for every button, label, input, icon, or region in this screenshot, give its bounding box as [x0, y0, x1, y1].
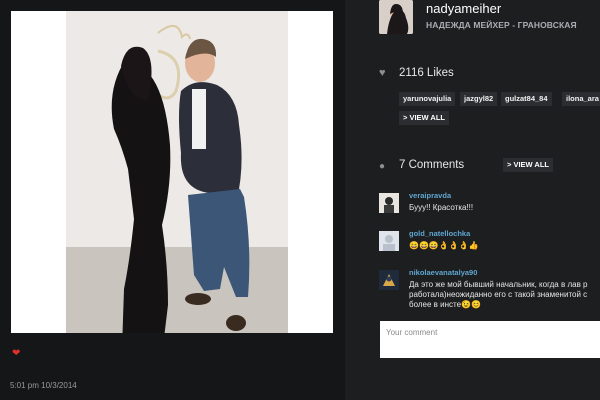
comment-text-line: работала)неожиданно его с такой знаменит… — [409, 290, 588, 299]
username[interactable]: nadyameiher — [426, 1, 501, 16]
commenter-avatar[interactable] — [379, 193, 399, 213]
commenter-avatar[interactable] — [379, 231, 399, 251]
view-all-comments-button[interactable]: > VIEW ALL — [503, 158, 554, 172]
commenter-username[interactable]: veraipravda — [409, 191, 451, 200]
likes-count: 2116 Likes — [399, 67, 454, 79]
like-tag[interactable]: yarunovajulia — [399, 92, 456, 106]
like-tag[interactable]: jazgyl82 — [460, 92, 498, 106]
photo-panel: ❤ 5:01 pm 10/3/2014 — [0, 0, 345, 400]
comments-header: ● 7 Comments > VIEW ALL — [379, 158, 599, 176]
heart-outline-icon: ♥ — [379, 67, 386, 79]
like-tag[interactable]: ilona_ara — [562, 92, 600, 106]
comment-item: gold_natellochka 😄😄😄👌👌👌👍 — [379, 229, 600, 253]
commenter-username[interactable]: nikolaevanatalya90 — [409, 268, 477, 277]
comments-count: 7 Comments — [399, 159, 465, 171]
view-all-likes-button[interactable]: > VIEW ALL — [399, 111, 450, 125]
commenter-avatar[interactable] — [379, 270, 399, 290]
post-photo-frame — [11, 11, 333, 333]
comment-box: Your comment — [380, 321, 600, 358]
comment-text-line: Да это же мой бывший начальник, когда в … — [409, 280, 588, 289]
comment-text: Да это же мой бывший начальник, когда в … — [409, 280, 600, 310]
post-timestamp: 5:01 pm 10/3/2014 — [10, 381, 77, 390]
comment-item: nikolaevanatalya90 Да это же мой бывший … — [379, 268, 600, 314]
comment-bubble-icon: ● — [379, 161, 386, 172]
comment-item: veraipravda Бууу!! Красотка!!! — [379, 191, 600, 215]
avatar[interactable] — [379, 0, 413, 34]
comment-text: Бууу!! Красотка!!! — [409, 203, 474, 212]
comment-text: 😄😄😄👌👌👌👍 — [409, 241, 479, 250]
heart-icon[interactable]: ❤ — [12, 348, 20, 359]
commenter-username[interactable]: gold_natellochka — [409, 229, 470, 238]
like-tag[interactable]: gulzat84_84 — [501, 92, 552, 106]
full-name: НАДЕЖДА МЕЙХЕР - ГРАНОВСКАЯ — [426, 20, 577, 30]
comment-text-line: более в инсте😉😊 — [409, 300, 481, 309]
post-photo[interactable] — [66, 11, 288, 333]
comment-input[interactable] — [380, 321, 600, 358]
